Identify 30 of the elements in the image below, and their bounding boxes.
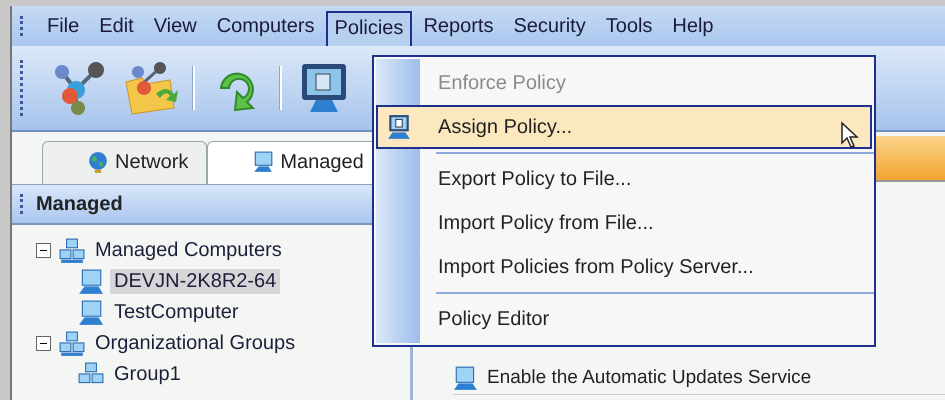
computer-group-icon	[59, 330, 85, 356]
menu-item[interactable]: Computers	[208, 8, 324, 44]
menu-item[interactable]: Policy Editor	[376, 297, 872, 341]
mouse-cursor-icon	[840, 121, 860, 149]
globe-icon	[87, 150, 109, 174]
computer-group-icon	[59, 238, 85, 264]
menu-item[interactable]: File	[38, 8, 88, 44]
menu-item[interactable]: Edit	[90, 8, 143, 44]
tree-item[interactable]: TestComputer	[110, 300, 242, 325]
tree-item[interactable]: Managed Computers	[91, 238, 286, 263]
computer-icon	[78, 300, 104, 326]
policy-icon	[453, 365, 479, 391]
tab[interactable]: Network	[42, 141, 208, 184]
collapse-toggle[interactable]	[36, 243, 51, 258]
computer-icon	[252, 150, 274, 174]
menu-item[interactable]: Reports	[414, 8, 502, 44]
tree-item[interactable]: DEVJN-2K8R2-64	[110, 269, 280, 294]
menu-item[interactable]: Assign Policy...	[376, 105, 872, 149]
menu-item[interactable]: Policies	[326, 10, 412, 48]
menu-item[interactable]: Help	[663, 8, 723, 44]
menu-item[interactable]: Import Policies from Policy Server...	[376, 245, 872, 289]
menu-item[interactable]: Security	[504, 8, 595, 44]
policy-name: Enable the Automatic Updates Service	[487, 367, 812, 389]
menu-item[interactable]: Tools	[596, 8, 662, 44]
monitor-icon	[386, 114, 412, 140]
computer-icon	[78, 268, 104, 294]
menu-item[interactable]: View	[144, 8, 206, 44]
tree-item[interactable]: Group1	[110, 362, 185, 387]
collapse-toggle[interactable]	[36, 336, 51, 351]
tree-item[interactable]: Organizational Groups	[91, 331, 300, 356]
